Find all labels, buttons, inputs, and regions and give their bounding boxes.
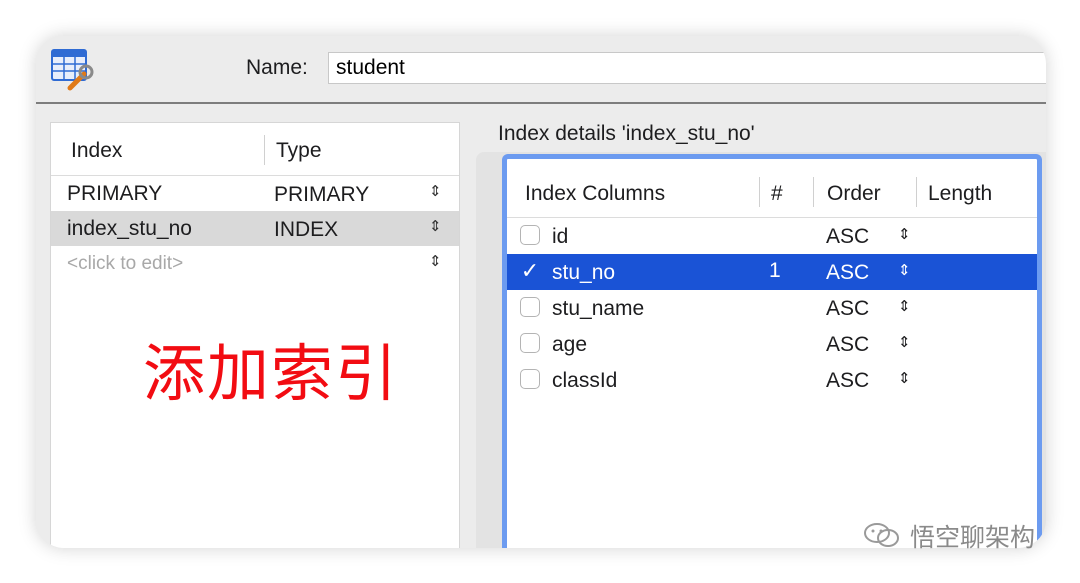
column-row-stu-no[interactable]: ✓ stu_no 1 ASC ⇕ bbox=[507, 254, 1037, 290]
index-row-primary[interactable]: PRIMARY PRIMARY ⇕ bbox=[51, 176, 459, 211]
column-order: ASC bbox=[826, 297, 870, 320]
column-header-index[interactable]: Index bbox=[71, 139, 122, 163]
index-row-index-stu-no[interactable]: index_stu_no INDEX ⇕ bbox=[51, 211, 459, 246]
column-header-position[interactable]: # bbox=[771, 182, 783, 206]
column-row-id[interactable]: id ASC ⇕ bbox=[507, 218, 1037, 254]
column-name: stu_no bbox=[552, 261, 616, 284]
table-settings-icon bbox=[51, 49, 94, 91]
index-list-table: Index Type PRIMARY PRIMARY ⇕ index_stu_n… bbox=[50, 122, 460, 548]
column-divider bbox=[916, 177, 917, 207]
order-stepper-icon[interactable]: ⇕ bbox=[898, 333, 911, 351]
order-stepper-icon[interactable]: ⇕ bbox=[898, 225, 911, 243]
column-divider bbox=[264, 135, 265, 165]
order-stepper-icon[interactable]: ⇕ bbox=[898, 369, 911, 387]
column-checkbox[interactable] bbox=[520, 225, 540, 245]
order-stepper-icon[interactable]: ⇕ bbox=[898, 297, 911, 315]
column-name: id bbox=[552, 225, 569, 248]
column-header-type[interactable]: Type bbox=[276, 139, 322, 163]
column-name: age bbox=[552, 333, 588, 356]
index-columns-header: Index Columns # Order Length bbox=[507, 159, 1037, 218]
annotation-label: 添加索引 bbox=[143, 337, 400, 410]
index-columns-table: Index Columns # Order Length id ASC ⇕ ✓ … bbox=[502, 154, 1042, 548]
column-header-index-columns[interactable]: Index Columns bbox=[525, 182, 665, 206]
watermark-text: 悟空聊架构 bbox=[910, 523, 1036, 552]
name-label: Name: bbox=[246, 56, 308, 79]
column-order: ASC bbox=[826, 333, 870, 356]
name-input[interactable] bbox=[328, 52, 1046, 84]
index-editor-window: Name: Index Type PRIMARY PRIMARY ⇕ index… bbox=[36, 36, 1046, 548]
column-row-age[interactable]: age ASC ⇕ bbox=[507, 326, 1037, 362]
toolbar: Name: bbox=[36, 36, 1046, 104]
column-order: ASC bbox=[826, 261, 870, 284]
new-index-placeholder[interactable]: <click to edit> bbox=[67, 253, 183, 275]
index-type: PRIMARY bbox=[274, 183, 370, 206]
column-order: ASC bbox=[826, 369, 870, 392]
order-stepper-icon[interactable]: ⇕ bbox=[898, 261, 911, 279]
index-details-title: Index details 'index_stu_no' bbox=[498, 122, 755, 145]
column-divider bbox=[759, 177, 760, 207]
column-row-stu-name[interactable]: stu_name ASC ⇕ bbox=[507, 290, 1037, 326]
column-header-order[interactable]: Order bbox=[827, 182, 881, 206]
column-name: classId bbox=[552, 369, 618, 392]
index-name: PRIMARY bbox=[67, 182, 163, 205]
index-row-new[interactable]: <click to edit> ⇕ bbox=[51, 246, 459, 281]
column-checkbox[interactable] bbox=[520, 369, 540, 389]
column-name: stu_name bbox=[552, 297, 645, 320]
column-checkbox[interactable] bbox=[520, 333, 540, 353]
type-stepper-icon[interactable]: ⇕ bbox=[429, 182, 442, 200]
column-order: ASC bbox=[826, 225, 870, 248]
checkmark-icon[interactable]: ✓ bbox=[520, 260, 540, 282]
index-name: index_stu_no bbox=[67, 217, 192, 240]
column-position: 1 bbox=[769, 259, 781, 282]
column-row-classid[interactable]: classId ASC ⇕ bbox=[507, 362, 1037, 398]
index-list-header: Index Type bbox=[51, 123, 459, 176]
index-type: INDEX bbox=[274, 218, 339, 241]
column-checkbox[interactable] bbox=[520, 297, 540, 317]
type-stepper-icon[interactable]: ⇕ bbox=[429, 252, 442, 270]
type-stepper-icon[interactable]: ⇕ bbox=[429, 217, 442, 235]
column-divider bbox=[813, 177, 814, 207]
wechat-icon bbox=[864, 523, 899, 547]
column-header-length[interactable]: Length bbox=[928, 182, 992, 206]
